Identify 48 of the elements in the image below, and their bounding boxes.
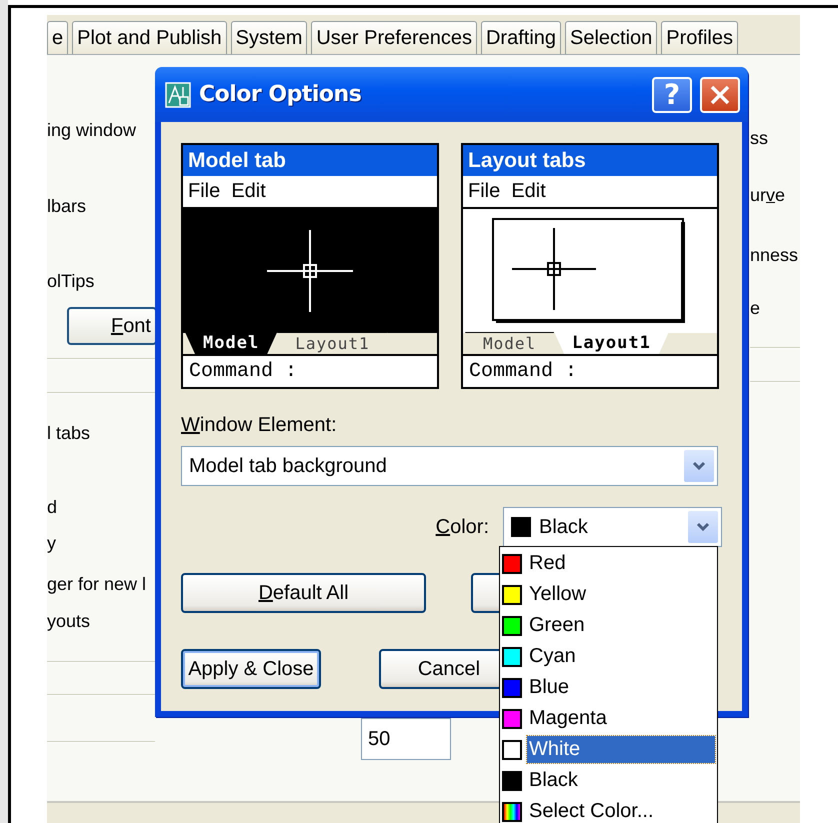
- dialog-title: Color Options: [199, 82, 362, 107]
- command-line: Command :: [468, 359, 578, 385]
- option-label: ing window: [47, 119, 138, 141]
- options-tab[interactable]: User Preferences: [311, 21, 477, 54]
- option-label: l tabs: [47, 422, 92, 444]
- color-option[interactable]: Red: [527, 550, 715, 577]
- default-all-button[interactable]: Default All: [181, 573, 426, 613]
- option-label: urve: [750, 184, 786, 206]
- number-field[interactable]: 50: [361, 718, 451, 760]
- option-label: e: [750, 297, 762, 319]
- color-option[interactable]: Yellow: [527, 581, 715, 608]
- options-tab[interactable]: System: [230, 21, 308, 54]
- option-label: y: [47, 532, 57, 554]
- option-label: ss: [750, 127, 769, 149]
- help-button[interactable]: ?: [652, 76, 692, 112]
- option-label: nness: [750, 244, 800, 266]
- option-label: d: [47, 496, 58, 518]
- color-option[interactable]: Blue: [527, 674, 715, 701]
- close-button[interactable]: [700, 76, 740, 112]
- color-option[interactable]: Magenta: [527, 705, 715, 732]
- close-icon: [709, 84, 731, 106]
- options-tab[interactable]: Plot and Publish: [72, 21, 227, 54]
- options-tab[interactable]: Drafting: [480, 21, 562, 54]
- window-element-dropdown[interactable]: Model tab background: [181, 446, 718, 486]
- color-option[interactable]: Select Color...: [527, 798, 715, 823]
- option-label: lbars: [47, 195, 88, 217]
- color-dropdown[interactable]: Black: [503, 507, 722, 547]
- options-tab[interactable]: Selection: [565, 21, 658, 54]
- color-option[interactable]: Black: [527, 767, 715, 794]
- chevron-down-icon: [696, 522, 710, 532]
- option-label: ger for new l: [47, 573, 148, 595]
- preview-title: Layout tabs: [463, 145, 717, 176]
- option-label: olTips: [47, 270, 96, 292]
- preview-title: Model tab: [183, 145, 437, 176]
- crosshair-icon: [267, 230, 353, 312]
- font-button[interactable]: Font: [67, 307, 157, 345]
- color-option[interactable]: Green: [527, 612, 715, 639]
- color-option[interactable]: Cyan: [527, 643, 715, 670]
- chevron-down-icon: [692, 461, 706, 471]
- options-tab[interactable]: Profiles: [661, 21, 738, 54]
- color-option[interactable]: White: [527, 736, 715, 763]
- apply-close-button[interactable]: Apply & Close: [181, 649, 321, 689]
- options-tab[interactable]: e: [47, 21, 68, 54]
- app-icon: [165, 82, 191, 108]
- command-line: Command :: [188, 359, 298, 385]
- window-element-label: Window Element:: [181, 414, 338, 437]
- color-label: Color:: [436, 516, 489, 538]
- option-label: youts: [47, 610, 92, 632]
